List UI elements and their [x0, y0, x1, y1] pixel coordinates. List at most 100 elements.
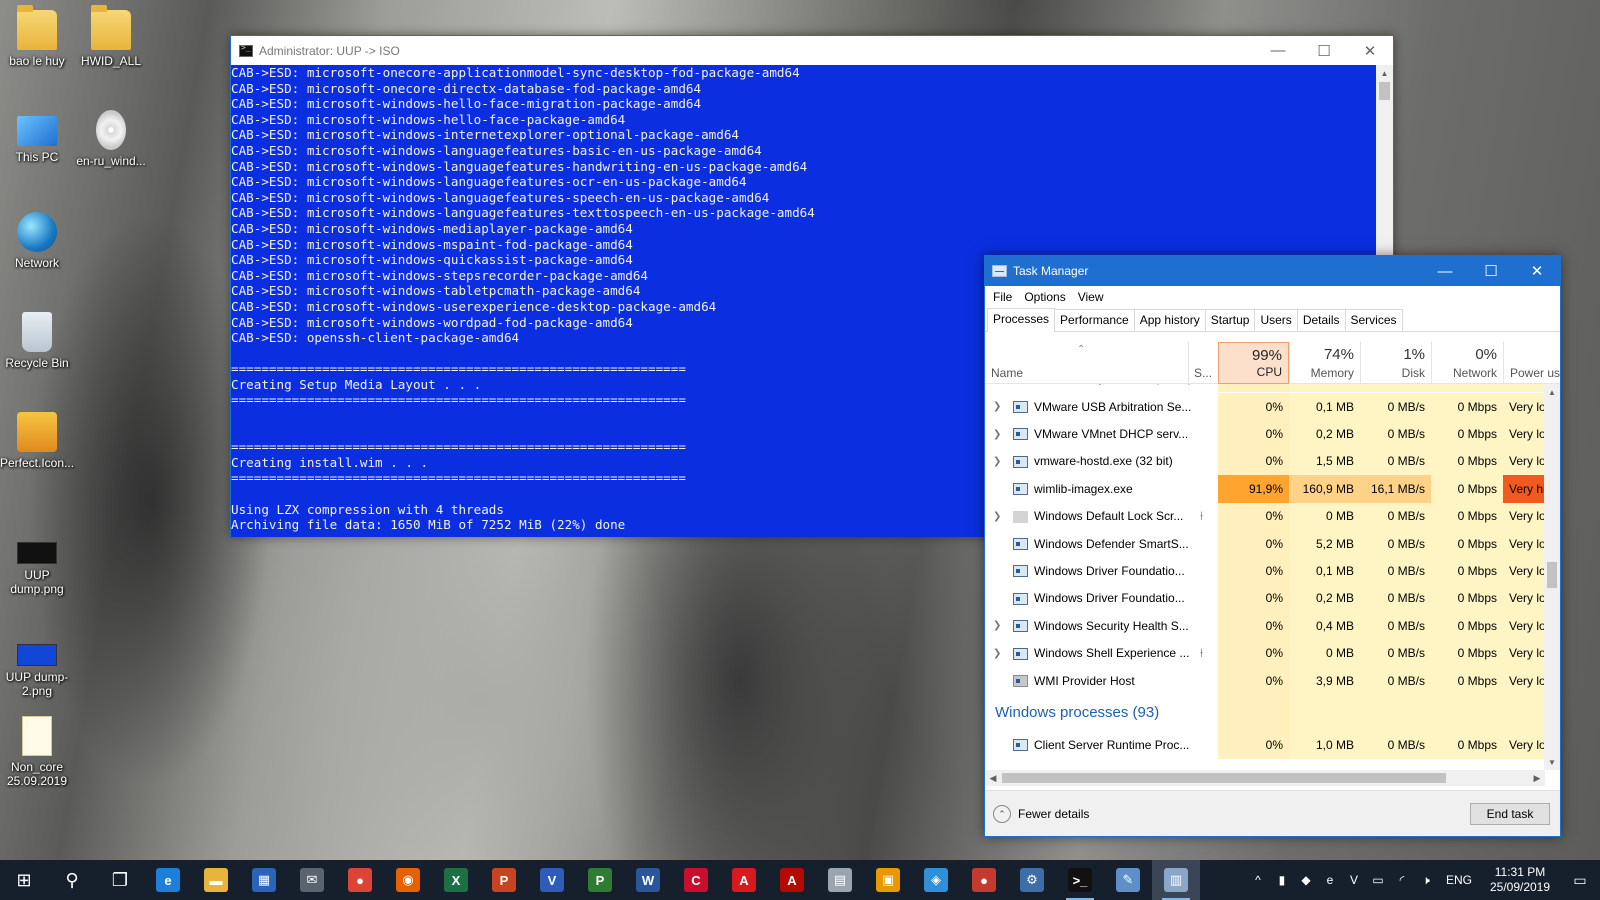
tab-app-history[interactable]: App history: [1133, 309, 1206, 331]
volume-icon[interactable]: 🕨: [1414, 873, 1438, 888]
scroll-up-icon[interactable]: ▲: [1376, 65, 1393, 82]
taskmanager-app[interactable]: ▥: [1152, 860, 1200, 900]
settings-app[interactable]: ⚙: [1008, 860, 1056, 900]
scroll-thumb[interactable]: [1379, 82, 1390, 100]
column-name[interactable]: ⌃ Name: [985, 342, 1188, 384]
chevron-right-icon[interactable]: ❯: [993, 503, 1001, 530]
process-list[interactable]: VMware Tray Process (32 bit)❯VMware USB …: [985, 384, 1545, 770]
table-row[interactable]: VMware Tray Process (32 bit): [985, 384, 1545, 392]
scroll-thumb[interactable]: [1547, 562, 1557, 588]
menu-view[interactable]: View: [1072, 290, 1110, 304]
acrobat-dc-app[interactable]: A: [768, 860, 816, 900]
table-row[interactable]: ❯ Windows Default Lock Scr... ⍿ 0% 0 MB 0 MB/…: [985, 502, 1545, 530]
table-row[interactable]: ❯ Windows Security Health S... 0% 0,4 MB 0 M…: [985, 612, 1545, 640]
tab-performance[interactable]: Performance: [1054, 309, 1135, 331]
scroll-up-icon[interactable]: ▲: [1544, 384, 1560, 400]
cmd-app[interactable]: >_: [1056, 860, 1104, 900]
edge-app[interactable]: e: [144, 860, 192, 900]
cc-app[interactable]: C: [672, 860, 720, 900]
hyperv-app[interactable]: ◈: [912, 860, 960, 900]
group-header[interactable]: Windows processes (93): [985, 694, 1545, 732]
desktop-icon[interactable]: UUP dump.png: [0, 530, 74, 596]
visio-app[interactable]: V: [528, 860, 576, 900]
action-center-icon[interactable]: ▭: [1560, 872, 1600, 889]
task-manager-titlebar[interactable]: Task Manager — ☐ ✕: [985, 256, 1560, 286]
chevron-right-icon[interactable]: ❯: [993, 640, 1001, 667]
chrome-app[interactable]: ●: [336, 860, 384, 900]
table-row[interactable]: ❯ Windows Shell Experience ... ⍿ 0% 0 MB 0 MB…: [985, 639, 1545, 667]
column-disk[interactable]: 1% Disk: [1360, 342, 1431, 384]
table-row[interactable]: Windows Defender SmartS... 0% 5,2 MB 0 MB/s…: [985, 530, 1545, 558]
desktop-icon[interactable]: Network: [0, 212, 74, 270]
acrobat-app[interactable]: A: [720, 860, 768, 900]
scroll-down-icon[interactable]: ▼: [1544, 754, 1560, 770]
table-row[interactable]: ❯ vmware-hostd.exe (32 bit) 0% 1,5 MB 0 MB/s…: [985, 447, 1545, 476]
project-app[interactable]: P: [576, 860, 624, 900]
firefox-app[interactable]: ◉: [384, 860, 432, 900]
tab-services[interactable]: Services: [1344, 309, 1403, 331]
clock[interactable]: 11:31 PM 25/09/2019: [1480, 865, 1560, 895]
task-manager-window[interactable]: Task Manager — ☐ ✕ File Options View Pro…: [984, 255, 1561, 837]
tray-app-icon[interactable]: ▮: [1270, 873, 1294, 887]
end-task-button[interactable]: End task: [1470, 803, 1550, 825]
scroll-left-icon[interactable]: ◀: [985, 770, 1001, 786]
column-status[interactable]: S...: [1188, 342, 1218, 384]
close-button[interactable]: ✕: [1347, 36, 1393, 65]
desktop-icon[interactable]: UUP dump-2.png: [0, 632, 74, 698]
file-explorer-app[interactable]: ▬: [192, 860, 240, 900]
powerpoint-app[interactable]: P: [480, 860, 528, 900]
table-row[interactable]: ❯ VMware USB Arbitration Se... 0% 0,1 MB 0 M…: [985, 393, 1545, 421]
search-button[interactable]: ⚲: [48, 860, 96, 900]
column-power-usage[interactable]: Power us: [1503, 342, 1560, 384]
word-app[interactable]: W: [624, 860, 672, 900]
column-memory[interactable]: 74% Memory: [1289, 342, 1360, 384]
fewer-details-button[interactable]: ⌃ Fewer details: [993, 805, 1089, 823]
documents-app[interactable]: ▤: [816, 860, 864, 900]
maximize-button[interactable]: ☐: [1301, 36, 1347, 65]
maximize-button[interactable]: ☐: [1468, 256, 1514, 286]
tray-vivaldi-icon[interactable]: V: [1342, 873, 1366, 887]
desktop-icon[interactable]: bao le huy: [0, 5, 74, 68]
store-app[interactable]: ▦: [240, 860, 288, 900]
table-row[interactable]: Client Server Runtime Proc... 0% 1,0 MB 0 M…: [985, 731, 1545, 759]
wifi-icon[interactable]: ◜: [1390, 873, 1414, 887]
minimize-button[interactable]: —: [1255, 36, 1301, 65]
start-button[interactable]: ⊞: [0, 860, 48, 900]
console-titlebar[interactable]: Administrator: UUP -> ISO — ☐ ✕: [231, 36, 1393, 65]
mail-app[interactable]: ✉: [288, 860, 336, 900]
scroll-right-icon[interactable]: ▶: [1529, 770, 1545, 786]
table-row[interactable]: WMI Provider Host 0% 3,9 MB 0 MB/s 0 Mbps Ver…: [985, 667, 1545, 695]
desktop-icon[interactable]: en-ru_wind...: [74, 110, 148, 168]
chevron-right-icon[interactable]: ❯: [993, 612, 1001, 639]
table-row[interactable]: ❯ VMware VMnet DHCP serv... 0% 0,2 MB 0 MB/s…: [985, 420, 1545, 448]
close-button[interactable]: ✕: [1514, 256, 1560, 286]
column-cpu[interactable]: 99% CPU: [1218, 342, 1289, 384]
table-row[interactable]: Windows Driver Foundatio... 0% 0,1 MB 0 MB/…: [985, 557, 1545, 585]
process-list-vscroll[interactable]: ▲ ▼: [1544, 384, 1560, 770]
desktop-icon[interactable]: Non_core 25.09.2019: [0, 716, 74, 788]
tools-app[interactable]: ✎: [1104, 860, 1152, 900]
table-row[interactable]: Windows Driver Foundatio... 0% 0,2 MB 0 MB/…: [985, 584, 1545, 613]
column-network[interactable]: 0% Network: [1431, 342, 1503, 384]
chevron-right-icon[interactable]: ❯: [993, 393, 1001, 420]
minimize-button[interactable]: —: [1422, 256, 1468, 286]
chevron-right-icon[interactable]: ❯: [993, 420, 1001, 447]
tray-app-icon[interactable]: ◆: [1294, 873, 1318, 887]
menu-options[interactable]: Options: [1018, 290, 1071, 304]
tray-edge-icon[interactable]: e: [1318, 873, 1342, 887]
tab-processes[interactable]: Processes: [987, 308, 1056, 332]
vmware-app[interactable]: ▣: [864, 860, 912, 900]
table-row[interactable]: wimlib-imagex.exe 91,9% 160,9 MB 16,1 MB/s 0…: [985, 475, 1545, 503]
desktop-icon[interactable]: This PC: [0, 110, 74, 164]
battery-icon[interactable]: ▭: [1366, 873, 1390, 887]
task-view-button[interactable]: ❐: [96, 860, 144, 900]
desktop-icon[interactable]: Perfect.Icon...: [0, 412, 74, 470]
desktop-icon[interactable]: HWID_ALL: [74, 5, 148, 68]
excel-app[interactable]: X: [432, 860, 480, 900]
tab-users[interactable]: Users: [1254, 309, 1298, 331]
menu-file[interactable]: File: [987, 290, 1018, 304]
scroll-thumb[interactable]: [1002, 773, 1446, 783]
tab-startup[interactable]: Startup: [1204, 309, 1256, 331]
process-list-hscroll[interactable]: ◀ ▶: [985, 770, 1545, 786]
chevron-right-icon[interactable]: ❯: [993, 448, 1001, 475]
